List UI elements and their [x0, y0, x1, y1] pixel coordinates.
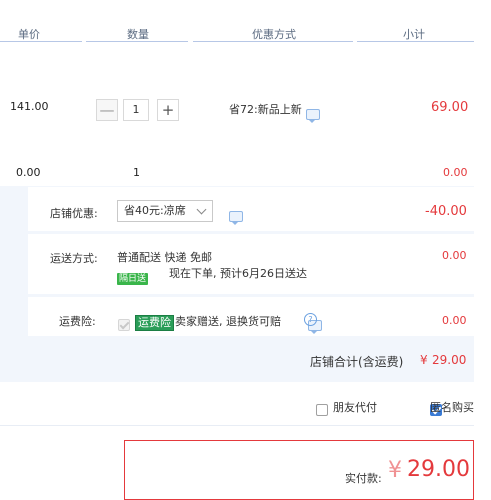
shop-discount-select[interactable]: 省40元:凉席 — [117, 200, 213, 222]
header-quantity: 数量 — [127, 28, 149, 41]
payment-label: 实付款: — [345, 472, 382, 485]
insurance-desc: 卖家赠送, 退换货可赔 — [175, 315, 281, 328]
payment-currency: ¥ — [388, 458, 402, 483]
shop-total-label: 店铺合计(含运费) — [310, 355, 404, 369]
item-unit-price: 141.00 — [10, 100, 49, 113]
insurance-amount: 0.00 — [442, 314, 467, 327]
order-options: 朋友代付 匿名购买 — [315, 398, 475, 416]
friend-pay-checkbox[interactable] — [316, 403, 328, 416]
insurance-badge-text: 运费险 — [135, 315, 174, 331]
insurance-label: 运费险: — [59, 315, 96, 328]
shipping-amount: 0.00 — [442, 249, 467, 262]
shop-discount-amount: -40.00 — [425, 204, 467, 219]
payment-summary-box: 实付款: ¥ 29.00 — [124, 440, 474, 500]
friend-pay-label[interactable]: 朋友代付 — [333, 399, 377, 415]
quantity-increase-button[interactable]: + — [157, 99, 179, 121]
divider — [0, 425, 474, 426]
item-unit-price: 0.00 — [16, 166, 41, 179]
item-row: 0.00 1 0.00 — [0, 160, 474, 186]
item-subtotal: 69.00 — [431, 100, 469, 115]
next-day-badge: 隔日送 — [117, 266, 149, 285]
insurance-badge: 运费险 — [135, 311, 174, 331]
shop-discount-row: 店铺优惠: 省40元:凉席 -40.00 — [28, 187, 474, 231]
shop-discount-label: 店铺优惠: — [50, 207, 98, 220]
next-day-badge-text: 隔日送 — [117, 273, 149, 285]
item-row: 141.00 — 1 + 省72:新品上新 69.00 — [0, 96, 474, 136]
help-icon[interactable]: ? — [304, 313, 317, 326]
chat-icon[interactable] — [306, 109, 320, 123]
header-promo: 优惠方式 — [252, 28, 296, 41]
chat-icon[interactable] — [229, 211, 243, 225]
item-subtotal: 0.00 — [443, 166, 468, 179]
header-underline — [357, 41, 474, 42]
header-subtotal: 小计 — [403, 28, 425, 41]
insurance-checkbox[interactable] — [118, 318, 130, 331]
shop-discount-selected: 省40元:凉席 — [124, 204, 186, 217]
shop-total-row: 店铺合计(含运费) ¥ 29.00 — [0, 338, 474, 382]
shipping-row: 运送方式: 普通配送 快递 免邮 隔日送 现在下单, 预计6月26日送达 0.0… — [28, 234, 474, 294]
quantity-decrease-button[interactable]: — — [96, 99, 118, 121]
header-underline — [0, 41, 82, 42]
insurance-row: 运费险: 运费险 卖家赠送, 退换货可赔 ? 0.00 — [28, 297, 474, 336]
item-quantity: 1 — [133, 166, 140, 179]
shipping-method: 普通配送 快递 免邮 — [117, 251, 212, 264]
delivery-eta: 现在下单, 预计6月26日送达 — [169, 267, 307, 280]
shop-options-panel: 店铺优惠: 省40元:凉席 -40.00 运送方式: 普通配送 快递 免邮 隔日… — [0, 186, 474, 382]
shipping-label: 运送方式: — [50, 252, 98, 265]
anonymous-label[interactable]: 匿名购买 — [430, 399, 474, 415]
chevron-down-icon — [196, 204, 207, 215]
shop-total-currency: ¥ — [420, 353, 428, 367]
shop-total-amount: 29.00 — [432, 353, 467, 367]
header-underline — [193, 41, 353, 42]
payment-amount: 29.00 — [407, 457, 470, 482]
promo-text: 省72:新品上新 — [229, 103, 302, 116]
header-price: 单价 — [18, 28, 40, 41]
quantity-input[interactable]: 1 — [123, 99, 149, 121]
table-header: 单价 数量 优惠方式 小计 — [0, 0, 474, 42]
header-underline — [86, 41, 188, 42]
